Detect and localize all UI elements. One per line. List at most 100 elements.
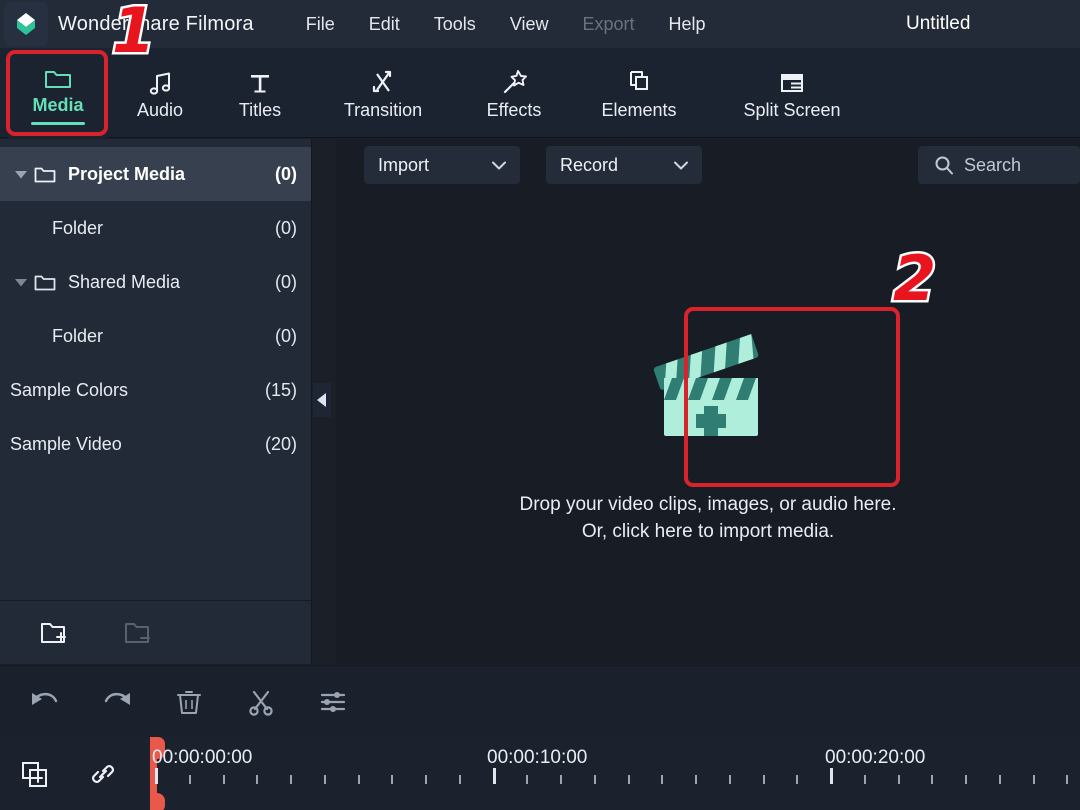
undo-icon[interactable] bbox=[28, 685, 62, 719]
menu-item-export: Export bbox=[583, 14, 635, 35]
remove-folder-icon bbox=[122, 616, 156, 650]
menu-item-tools[interactable]: Tools bbox=[434, 14, 476, 35]
tab-label-transition: Transition bbox=[344, 100, 422, 121]
playhead-tail bbox=[150, 793, 165, 810]
folder-icon bbox=[44, 61, 72, 91]
ruler-tick-minor bbox=[459, 775, 461, 784]
app-logo[interactable] bbox=[4, 2, 48, 46]
import-dropdown-button[interactable]: Import bbox=[364, 146, 520, 184]
tree-item-project-media[interactable]: Project Media (0) bbox=[0, 147, 311, 201]
sidebar-footer bbox=[0, 600, 311, 664]
chevron-down-icon bbox=[492, 161, 506, 170]
tree-item-sample-video[interactable]: Sample Video (20) bbox=[0, 417, 311, 471]
search-icon bbox=[934, 155, 954, 175]
chevron-down-icon bbox=[674, 161, 688, 170]
redo-icon[interactable] bbox=[100, 685, 134, 719]
ruler-tick-minor bbox=[526, 775, 528, 784]
media-library-sidebar: Project Media (0) Folder (0) Shared Medi… bbox=[0, 139, 312, 664]
ruler-tick-minor bbox=[560, 775, 562, 784]
tree-item-shared-folder[interactable]: Folder (0) bbox=[0, 309, 311, 363]
tab-media[interactable]: Media bbox=[8, 48, 108, 138]
settings-sliders-icon[interactable] bbox=[316, 685, 350, 719]
timeline: 00:00:00:00 00:00:10:00 00:00:20:00 bbox=[0, 737, 1080, 810]
app-title: Wondershare Filmora bbox=[58, 13, 254, 36]
ruler-tick-minor bbox=[729, 775, 731, 784]
tab-audio[interactable]: Audio bbox=[110, 48, 210, 138]
menu-item-file[interactable]: File bbox=[306, 14, 335, 35]
tree-label: Folder bbox=[52, 218, 103, 239]
tree-label: Project Media bbox=[68, 164, 185, 185]
record-dropdown-button[interactable]: Record bbox=[546, 146, 702, 184]
tab-label-split-screen: Split Screen bbox=[743, 100, 840, 121]
menu-item-view[interactable]: View bbox=[510, 14, 549, 35]
filmora-window: Wondershare Filmora File Edit Tools View… bbox=[0, 0, 1080, 810]
link-icon[interactable] bbox=[86, 757, 120, 791]
tree-item-sample-colors[interactable]: Sample Colors (15) bbox=[0, 363, 311, 417]
ruler-tick-major bbox=[493, 768, 496, 784]
tree-label: Sample Video bbox=[10, 434, 122, 455]
tab-split-screen[interactable]: Split Screen bbox=[712, 48, 872, 138]
ruler-tick-minor bbox=[594, 775, 596, 784]
timeline-ruler[interactable]: 00:00:00:00 00:00:10:00 00:00:20:00 bbox=[142, 737, 1080, 810]
edit-toolbar bbox=[0, 665, 1080, 737]
magic-wand-icon bbox=[500, 66, 528, 96]
tree-count: (20) bbox=[265, 434, 297, 455]
menu-item-help[interactable]: Help bbox=[669, 14, 706, 35]
tab-label-effects: Effects bbox=[487, 100, 542, 121]
caret-down-icon[interactable] bbox=[8, 170, 34, 179]
text-t-icon bbox=[247, 66, 273, 96]
ruler-tick-minor bbox=[391, 775, 393, 784]
tree-count: (0) bbox=[275, 164, 297, 185]
tab-label-audio: Audio bbox=[137, 100, 183, 121]
panel-collapse-handle[interactable] bbox=[313, 383, 331, 417]
stacked-squares-icon bbox=[625, 66, 653, 96]
tab-titles[interactable]: Titles bbox=[212, 48, 308, 138]
trash-icon[interactable] bbox=[172, 685, 206, 719]
tab-transition[interactable]: Transition bbox=[312, 48, 454, 138]
ruler-tick-minor bbox=[256, 775, 258, 784]
menu-bar: Wondershare Filmora File Edit Tools View… bbox=[0, 0, 1080, 48]
ruler-tick-minor bbox=[290, 775, 292, 784]
ruler-tick-minor bbox=[358, 775, 360, 784]
add-track-icon[interactable] bbox=[18, 757, 52, 791]
tab-bar: Media Audio Titles bbox=[0, 48, 1080, 138]
ruler-tick-major bbox=[830, 768, 833, 784]
tab-effects[interactable]: Effects bbox=[458, 48, 570, 138]
scissors-icon[interactable] bbox=[244, 685, 278, 719]
record-label: Record bbox=[560, 155, 618, 176]
media-panel: Import Record Search bbox=[336, 139, 1080, 664]
ruler-tick-minor bbox=[931, 775, 933, 784]
collapse-left-icon bbox=[317, 393, 327, 407]
import-label: Import bbox=[378, 155, 429, 176]
ruler-tick-minor bbox=[189, 775, 191, 784]
media-dropzone[interactable]: Drop your video clips, images, or audio … bbox=[336, 191, 1080, 664]
tree-label: Shared Media bbox=[68, 272, 180, 293]
ruler-tick-minor bbox=[796, 775, 798, 784]
media-tree: Project Media (0) Folder (0) Shared Medi… bbox=[0, 139, 311, 471]
split-layout-icon bbox=[778, 66, 806, 96]
search-input[interactable]: Search bbox=[918, 146, 1080, 184]
ruler-tick-minor bbox=[425, 775, 427, 784]
timeline-label-0: 00:00:00:00 bbox=[152, 747, 252, 769]
tree-item-shared-media[interactable]: Shared Media (0) bbox=[0, 255, 311, 309]
dropzone-line-1: Drop your video clips, images, or audio … bbox=[519, 491, 896, 518]
tree-item-project-folder[interactable]: Folder (0) bbox=[0, 201, 311, 255]
filmora-logo-icon bbox=[13, 11, 39, 37]
tab-label-elements: Elements bbox=[601, 100, 676, 121]
new-folder-icon[interactable] bbox=[38, 616, 72, 650]
ruler-tick-minor bbox=[763, 775, 765, 784]
caret-down-icon[interactable] bbox=[8, 278, 34, 287]
project-name: Untitled bbox=[906, 13, 970, 35]
tab-elements[interactable]: Elements bbox=[574, 48, 704, 138]
timeline-left-controls bbox=[0, 737, 142, 810]
media-toolbar: Import Record Search bbox=[336, 139, 1080, 191]
menu-item-edit[interactable]: Edit bbox=[369, 14, 400, 35]
crossed-arrows-icon bbox=[369, 66, 397, 96]
ruler-tick-minor bbox=[223, 775, 225, 784]
tree-label: Folder bbox=[52, 326, 103, 347]
tab-label-titles: Titles bbox=[239, 100, 281, 121]
timeline-label-20s: 00:00:20:00 bbox=[825, 747, 925, 769]
ruler-tick-major bbox=[155, 768, 158, 784]
folder-icon bbox=[34, 273, 60, 292]
music-note-icon bbox=[146, 66, 174, 96]
